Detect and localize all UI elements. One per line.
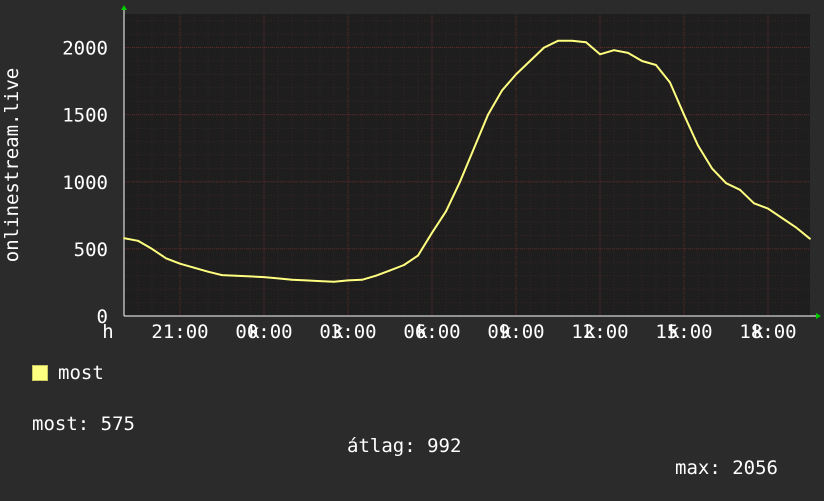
x-tick-label: 18:00: [739, 321, 796, 343]
stat-current-value: 575: [100, 413, 135, 435]
data-point: [599, 53, 601, 56]
data-point: [627, 52, 629, 54]
data-point: [291, 278, 293, 281]
stats-row: most: 575 átlag: 992 max: 2056: [32, 391, 792, 501]
x-tick-suffix: k: [752, 321, 764, 343]
data-point: [193, 266, 195, 269]
data-point: [431, 231, 433, 234]
data-point: [543, 46, 545, 49]
data-point: [361, 278, 363, 281]
data-point: [165, 257, 167, 260]
data-point: [669, 81, 671, 84]
stat-average-label: átlag:: [347, 435, 416, 457]
x-tick-label: 09:00: [487, 321, 544, 343]
stat-average: átlag: 992: [347, 435, 461, 457]
data-point: [767, 207, 769, 210]
data-point: [179, 262, 181, 265]
legend-swatch: [32, 365, 48, 381]
x-tick-label: 06:00: [403, 321, 460, 343]
data-point: [333, 280, 335, 283]
stat-current: most: 575: [32, 413, 135, 435]
stat-max-label: max:: [675, 457, 721, 479]
data-point: [683, 113, 685, 116]
data-point: [459, 180, 461, 183]
data-point: [655, 64, 657, 66]
data-point: [753, 202, 755, 205]
data-point: [305, 279, 307, 282]
y-axis-label: onlinestream.live: [1, 68, 23, 262]
stat-max: max: 2056: [675, 457, 778, 479]
data-point: [137, 239, 139, 242]
data-point: [711, 167, 713, 170]
data-point: [445, 210, 447, 213]
x-tick-suffix: k: [668, 321, 680, 343]
data-point: [403, 264, 405, 266]
data-point: [263, 276, 265, 278]
data-point: [235, 274, 237, 277]
y-tick-label: 2000: [62, 38, 108, 60]
data-point: [207, 270, 209, 273]
x-tick-label: 03:00: [319, 321, 376, 343]
data-point: [781, 217, 783, 219]
data-point: [585, 41, 587, 44]
x-tick-label: 12:00: [571, 321, 628, 343]
y-tick-label: 500: [74, 239, 108, 261]
data-point: [151, 248, 153, 250]
data-point: [515, 73, 517, 76]
data-point: [725, 182, 727, 185]
x-tick-label: 21:00: [151, 321, 208, 343]
data-point: [529, 60, 531, 62]
data-point: [123, 237, 125, 240]
line-chart: 050010001500200021:00 00:00 03:00 06:00 09:0…: [1, 5, 821, 343]
data-point: [249, 275, 251, 278]
data-point: [641, 60, 643, 62]
data-point: [487, 113, 489, 116]
data-point: [795, 226, 797, 229]
data-point: [613, 49, 615, 52]
data-point: [319, 280, 321, 282]
data-point: [417, 254, 419, 257]
stat-average-value: 992: [427, 435, 462, 457]
y-tick-label: 1500: [62, 105, 108, 127]
data-point: [389, 269, 391, 272]
data-point: [375, 274, 377, 277]
x-start-label: h: [102, 321, 113, 343]
data-point: [501, 89, 503, 92]
stat-current-label: most:: [32, 413, 90, 435]
y-tick-label: 1000: [62, 172, 108, 194]
data-point: [557, 39, 559, 42]
data-point: [809, 237, 811, 240]
x-tick-suffix: k: [584, 321, 596, 343]
x-tick-suffix: k: [500, 321, 512, 343]
data-point: [697, 144, 699, 147]
data-point: [347, 279, 349, 282]
x-tick-suffix: k: [416, 321, 428, 343]
x-tick-suffix: k: [248, 321, 260, 343]
x-tick-label: 00:00: [235, 321, 292, 343]
legend-label: most: [58, 362, 104, 384]
data-point: [277, 277, 279, 280]
data-point: [473, 147, 475, 150]
legend: most: [32, 362, 104, 384]
x-tick-suffix: k: [332, 321, 344, 343]
data-point: [571, 39, 573, 42]
data-point: [739, 188, 741, 191]
chart-container: 0 500 1000 1500 2000 21:00 00:00 03:00 06:00 09:0…: [0, 0, 824, 479]
x-tick-label: 15:00: [655, 321, 712, 343]
y-axis-arrow: [121, 5, 127, 10]
data-point: [221, 274, 223, 276]
stat-max-value: 2056: [732, 457, 778, 479]
x-axis-arrow: [816, 313, 821, 319]
